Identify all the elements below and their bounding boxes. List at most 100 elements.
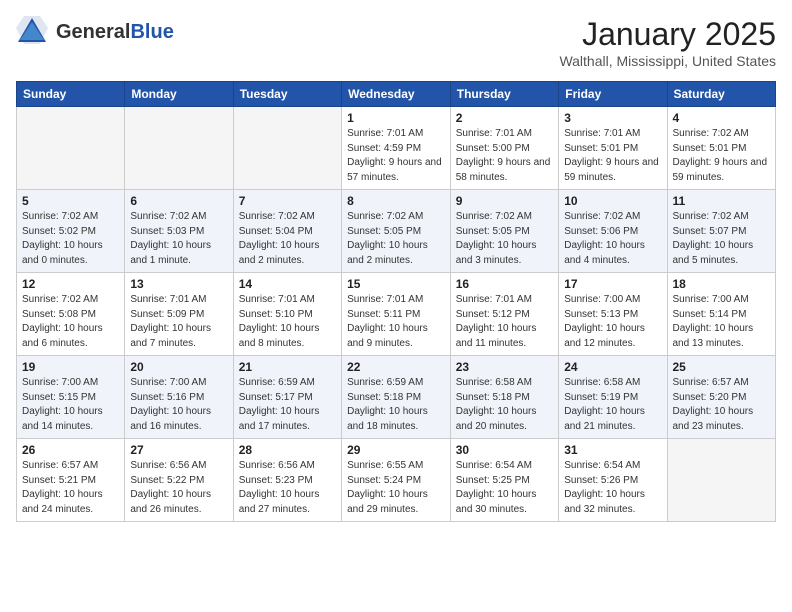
day-info: Sunrise: 7:01 AM Sunset: 5:01 PM Dayligh… <box>564 127 661 185</box>
day-info: Sunrise: 6:59 AM Sunset: 5:18 PM Dayligh… <box>347 376 445 434</box>
calendar-day-cell: 29 Sunrise: 6:55 AM Sunset: 5:24 PM Dayli… <box>342 439 451 522</box>
logo-blue: Blue <box>130 21 173 43</box>
day-number: 2 <box>456 111 553 125</box>
day-info: Sunrise: 7:00 AM Sunset: 5:15 PM Dayligh… <box>22 376 119 434</box>
day-number: 12 <box>22 277 119 291</box>
calendar-day-cell: 24 Sunrise: 6:58 AM Sunset: 5:19 PM Dayli… <box>559 356 667 439</box>
day-number: 4 <box>673 111 771 125</box>
day-number: 23 <box>456 360 553 374</box>
day-info: Sunrise: 7:01 AM Sunset: 4:59 PM Dayligh… <box>347 127 445 185</box>
day-info: Sunrise: 7:02 AM Sunset: 5:04 PM Dayligh… <box>239 210 336 268</box>
day-info: Sunrise: 7:02 AM Sunset: 5:05 PM Dayligh… <box>347 210 445 268</box>
day-number: 20 <box>130 360 227 374</box>
month-title: January 2025 <box>559 16 776 53</box>
day-number: 29 <box>347 443 445 457</box>
day-info: Sunrise: 7:02 AM Sunset: 5:07 PM Dayligh… <box>673 210 771 268</box>
day-info: Sunrise: 6:55 AM Sunset: 5:24 PM Dayligh… <box>347 459 445 517</box>
calendar-day-cell: 3Sunrise: 7:01 AM Sunset: 5:01 PM Daylig… <box>559 107 667 190</box>
day-info: Sunrise: 6:58 AM Sunset: 5:19 PM Dayligh… <box>564 376 661 434</box>
day-info: Sunrise: 7:02 AM Sunset: 5:05 PM Dayligh… <box>456 210 553 268</box>
day-number: 10 <box>564 194 661 208</box>
calendar-day-cell: 10Sunrise: 7:02 AM Sunset: 5:06 PM Dayli… <box>559 190 667 273</box>
day-info: Sunrise: 7:01 AM Sunset: 5:12 PM Dayligh… <box>456 293 553 351</box>
day-number: 25 <box>673 360 771 374</box>
calendar-day-cell <box>667 439 776 522</box>
page-header: GeneralBlue January 2025 Walthall, Missi… <box>16 16 776 69</box>
calendar-day-cell <box>125 107 233 190</box>
day-info: Sunrise: 7:02 AM Sunset: 5:03 PM Dayligh… <box>130 210 227 268</box>
calendar-day-cell: 15 Sunrise: 7:01 AM Sunset: 5:11 PM Dayli… <box>342 273 451 356</box>
calendar-day-cell: 26 Sunrise: 6:57 AM Sunset: 5:21 PM Dayli… <box>17 439 125 522</box>
weekday-header: Sunday <box>17 82 125 107</box>
day-number: 28 <box>239 443 336 457</box>
day-info: Sunrise: 6:56 AM Sunset: 5:22 PM Dayligh… <box>130 459 227 517</box>
calendar-day-cell: 25 Sunrise: 6:57 AM Sunset: 5:20 PM Dayli… <box>667 356 776 439</box>
calendar-day-cell: 14Sunrise: 7:01 AM Sunset: 5:10 PM Dayli… <box>233 273 341 356</box>
calendar-day-cell: 22 Sunrise: 6:59 AM Sunset: 5:18 PM Dayli… <box>342 356 451 439</box>
calendar-day-cell: 11 Sunrise: 7:02 AM Sunset: 5:07 PM Dayli… <box>667 190 776 273</box>
day-info: Sunrise: 7:01 AM Sunset: 5:11 PM Dayligh… <box>347 293 445 351</box>
day-number: 26 <box>22 443 119 457</box>
calendar-day-cell: 8 Sunrise: 7:02 AM Sunset: 5:05 PM Daylig… <box>342 190 451 273</box>
day-number: 6 <box>130 194 227 208</box>
calendar-day-cell: 28 Sunrise: 6:56 AM Sunset: 5:23 PM Dayli… <box>233 439 341 522</box>
weekday-header: Wednesday <box>342 82 451 107</box>
day-info: Sunrise: 7:00 AM Sunset: 5:16 PM Dayligh… <box>130 376 227 434</box>
day-info: Sunrise: 6:54 AM Sunset: 5:25 PM Dayligh… <box>456 459 553 517</box>
day-number: 17 <box>564 277 661 291</box>
day-number: 13 <box>130 277 227 291</box>
day-info: Sunrise: 7:02 AM Sunset: 5:02 PM Dayligh… <box>22 210 119 268</box>
day-number: 11 <box>673 194 771 208</box>
calendar-week-row: 12 Sunrise: 7:02 AM Sunset: 5:08 PM Dayli… <box>17 273 776 356</box>
day-info: Sunrise: 6:59 AM Sunset: 5:17 PM Dayligh… <box>239 376 336 434</box>
day-info: Sunrise: 7:01 AM Sunset: 5:09 PM Dayligh… <box>130 293 227 351</box>
day-info: Sunrise: 6:57 AM Sunset: 5:20 PM Dayligh… <box>673 376 771 434</box>
day-number: 9 <box>456 194 553 208</box>
day-info: Sunrise: 7:00 AM Sunset: 5:14 PM Dayligh… <box>673 293 771 351</box>
calendar-header-row: SundayMondayTuesdayWednesdayThursdayFrid… <box>17 82 776 107</box>
calendar-day-cell: 17Sunrise: 7:00 AM Sunset: 5:13 PM Dayli… <box>559 273 667 356</box>
day-number: 19 <box>22 360 119 374</box>
day-number: 14 <box>239 277 336 291</box>
calendar-day-cell: 7 Sunrise: 7:02 AM Sunset: 5:04 PM Daylig… <box>233 190 341 273</box>
calendar-day-cell: 27 Sunrise: 6:56 AM Sunset: 5:22 PM Dayli… <box>125 439 233 522</box>
day-number: 22 <box>347 360 445 374</box>
day-number: 27 <box>130 443 227 457</box>
day-info: Sunrise: 7:01 AM Sunset: 5:00 PM Dayligh… <box>456 127 553 185</box>
calendar-day-cell: 31Sunrise: 6:54 AM Sunset: 5:26 PM Dayli… <box>559 439 667 522</box>
weekday-header: Saturday <box>667 82 776 107</box>
calendar-day-cell: 4Sunrise: 7:02 AM Sunset: 5:01 PM Daylig… <box>667 107 776 190</box>
calendar-day-cell: 6 Sunrise: 7:02 AM Sunset: 5:03 PM Daylig… <box>125 190 233 273</box>
calendar-table: SundayMondayTuesdayWednesdayThursdayFrid… <box>16 81 776 522</box>
calendar-week-row: 1Sunrise: 7:01 AM Sunset: 4:59 PM Daylig… <box>17 107 776 190</box>
calendar-day-cell: 23Sunrise: 6:58 AM Sunset: 5:18 PM Dayli… <box>450 356 558 439</box>
day-number: 5 <box>22 194 119 208</box>
day-number: 30 <box>456 443 553 457</box>
day-number: 24 <box>564 360 661 374</box>
calendar-day-cell: 30 Sunrise: 6:54 AM Sunset: 5:25 PM Dayli… <box>450 439 558 522</box>
calendar-day-cell <box>233 107 341 190</box>
day-info: Sunrise: 6:57 AM Sunset: 5:21 PM Dayligh… <box>22 459 119 517</box>
calendar-day-cell: 9 Sunrise: 7:02 AM Sunset: 5:05 PM Daylig… <box>450 190 558 273</box>
day-info: Sunrise: 7:02 AM Sunset: 5:08 PM Dayligh… <box>22 293 119 351</box>
day-number: 21 <box>239 360 336 374</box>
day-info: Sunrise: 6:54 AM Sunset: 5:26 PM Dayligh… <box>564 459 661 517</box>
calendar-day-cell: 13 Sunrise: 7:01 AM Sunset: 5:09 PM Dayli… <box>125 273 233 356</box>
day-number: 15 <box>347 277 445 291</box>
calendar-day-cell: 18 Sunrise: 7:00 AM Sunset: 5:14 PM Dayli… <box>667 273 776 356</box>
calendar-week-row: 19 Sunrise: 7:00 AM Sunset: 5:15 PM Dayli… <box>17 356 776 439</box>
day-number: 8 <box>347 194 445 208</box>
title-block: January 2025 Walthall, Mississippi, Unit… <box>559 16 776 69</box>
calendar-day-cell <box>17 107 125 190</box>
calendar-day-cell: 1Sunrise: 7:01 AM Sunset: 4:59 PM Daylig… <box>342 107 451 190</box>
weekday-header: Monday <box>125 82 233 107</box>
weekday-header: Friday <box>559 82 667 107</box>
calendar-day-cell: 21 Sunrise: 6:59 AM Sunset: 5:17 PM Dayli… <box>233 356 341 439</box>
day-number: 18 <box>673 277 771 291</box>
day-number: 7 <box>239 194 336 208</box>
logo: GeneralBlue <box>16 16 174 44</box>
calendar-day-cell: 19 Sunrise: 7:00 AM Sunset: 5:15 PM Dayli… <box>17 356 125 439</box>
day-info: Sunrise: 6:56 AM Sunset: 5:23 PM Dayligh… <box>239 459 336 517</box>
calendar-day-cell: 2 Sunrise: 7:01 AM Sunset: 5:00 PM Daylig… <box>450 107 558 190</box>
calendar-day-cell: 5 Sunrise: 7:02 AM Sunset: 5:02 PM Daylig… <box>17 190 125 273</box>
